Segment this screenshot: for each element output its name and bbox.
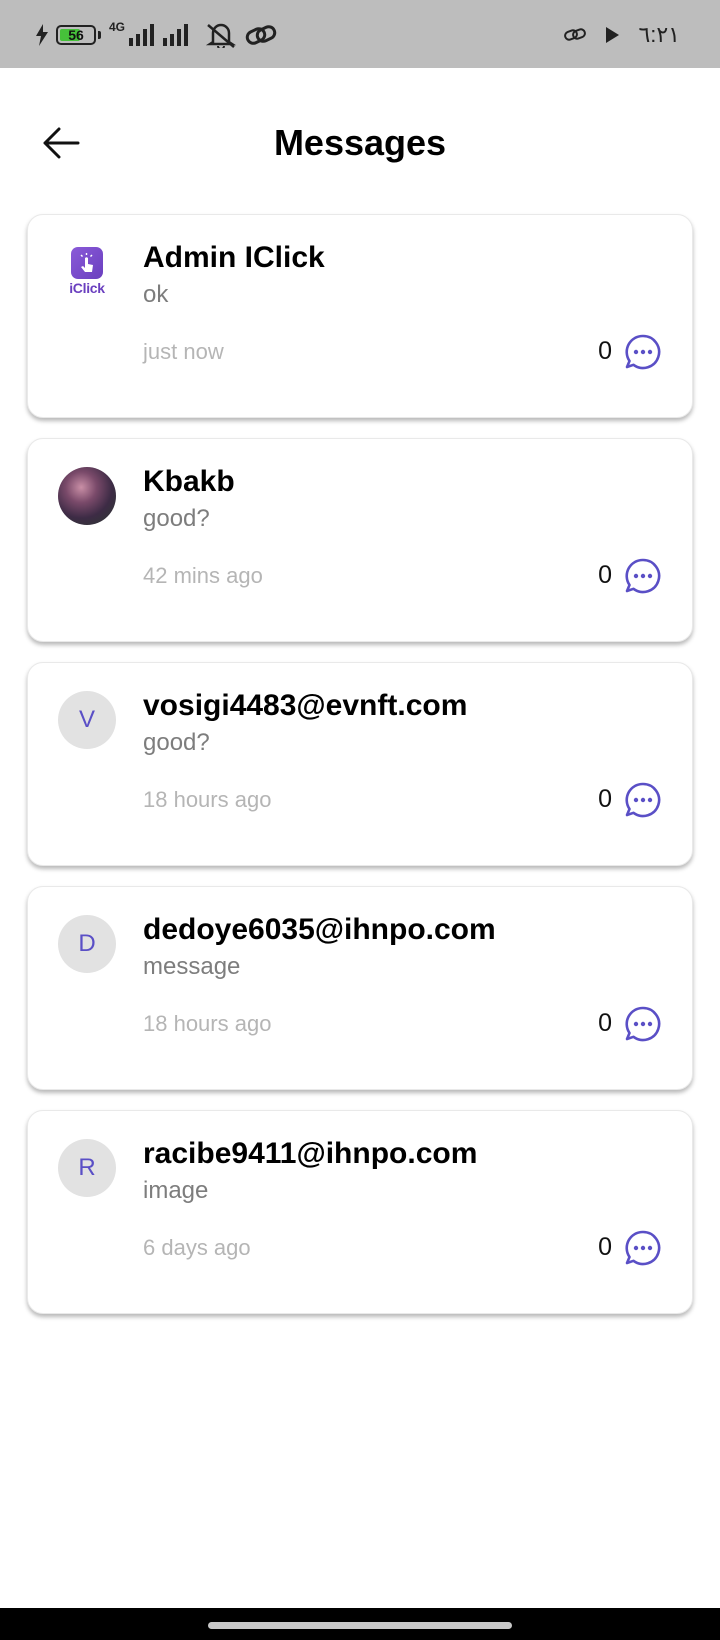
conversation-list: iClick Admin IClick ok just now 0 Kbakb … (27, 214, 693, 1334)
conversation-card[interactable]: V vosigi4483@evnft.com good? 18 hours ag… (27, 662, 693, 866)
conversation-time: 18 hours ago (143, 787, 272, 812)
iclick-logo-icon (71, 247, 103, 279)
battery-icon: 56 (56, 25, 96, 45)
conversation-time: 6 days ago (143, 1235, 251, 1260)
conversation-card[interactable]: R racibe9411@ihnpo.com image 6 days ago … (27, 1110, 693, 1314)
conversation-last-message: good? (143, 729, 210, 756)
avatar: V (58, 691, 116, 749)
logo-text: iClick (69, 280, 105, 296)
signal-icon (163, 24, 189, 46)
avatar: R (58, 1139, 116, 1197)
link-icon (564, 28, 587, 41)
conversation-last-message: ok (143, 281, 169, 308)
charging-bolt-icon (36, 24, 48, 46)
conversation-count: 0 (598, 785, 612, 813)
battery-level: 56 (68, 27, 84, 43)
play-icon (606, 27, 620, 43)
signal-icon (129, 24, 155, 46)
conversation-count: 0 (598, 337, 612, 365)
navigation-bar (0, 1608, 720, 1640)
conversation-name: racibe9411@ihnpo.com (143, 1137, 478, 1170)
chat-bubble-icon[interactable] (624, 333, 662, 371)
conversation-time: 18 hours ago (143, 1011, 272, 1036)
conversation-time: 42 mins ago (143, 563, 263, 588)
status-left-icons: 56 4G (36, 18, 277, 52)
conversation-last-message: message (143, 953, 241, 980)
conversation-card[interactable]: Kbakb good? 42 mins ago 0 (27, 438, 693, 642)
mute-icon (205, 23, 237, 48)
conversation-last-message: good? (143, 505, 210, 532)
avatar (58, 467, 116, 525)
conversation-name: Admin IClick (143, 241, 325, 274)
conversation-name: dedoye6035@ihnpo.com (143, 913, 496, 946)
conversation-count: 0 (598, 561, 612, 589)
network-type: 4G (109, 20, 126, 34)
page-title: Messages (273, 122, 447, 163)
conversation-name: vosigi4483@evnft.com (143, 689, 468, 722)
clock: ٦:٢١ (638, 22, 680, 47)
conversation-name: Kbakb (143, 465, 235, 498)
avatar: iClick (58, 243, 116, 301)
conversation-last-message: image (143, 1177, 209, 1204)
conversation-count: 0 (598, 1233, 612, 1261)
chat-bubble-icon[interactable] (624, 1229, 662, 1267)
conversation-time: just now (143, 339, 224, 364)
conversation-card[interactable]: D dedoye6035@ihnpo.com message 18 hours … (27, 886, 693, 1090)
status-right-icons: ٦:٢١ (564, 18, 680, 52)
avatar: D (58, 915, 116, 973)
conversation-count: 0 (598, 1009, 612, 1037)
chat-bubble-icon[interactable] (624, 781, 662, 819)
home-indicator[interactable] (208, 1622, 512, 1629)
chat-bubble-icon[interactable] (624, 557, 662, 595)
chat-bubble-icon[interactable] (624, 1005, 662, 1043)
link-icon (245, 25, 277, 45)
header: Messages (0, 68, 720, 208)
conversation-card[interactable]: iClick Admin IClick ok just now 0 (27, 214, 693, 418)
status-bar: 56 4G ٦:٢١ (0, 0, 720, 68)
